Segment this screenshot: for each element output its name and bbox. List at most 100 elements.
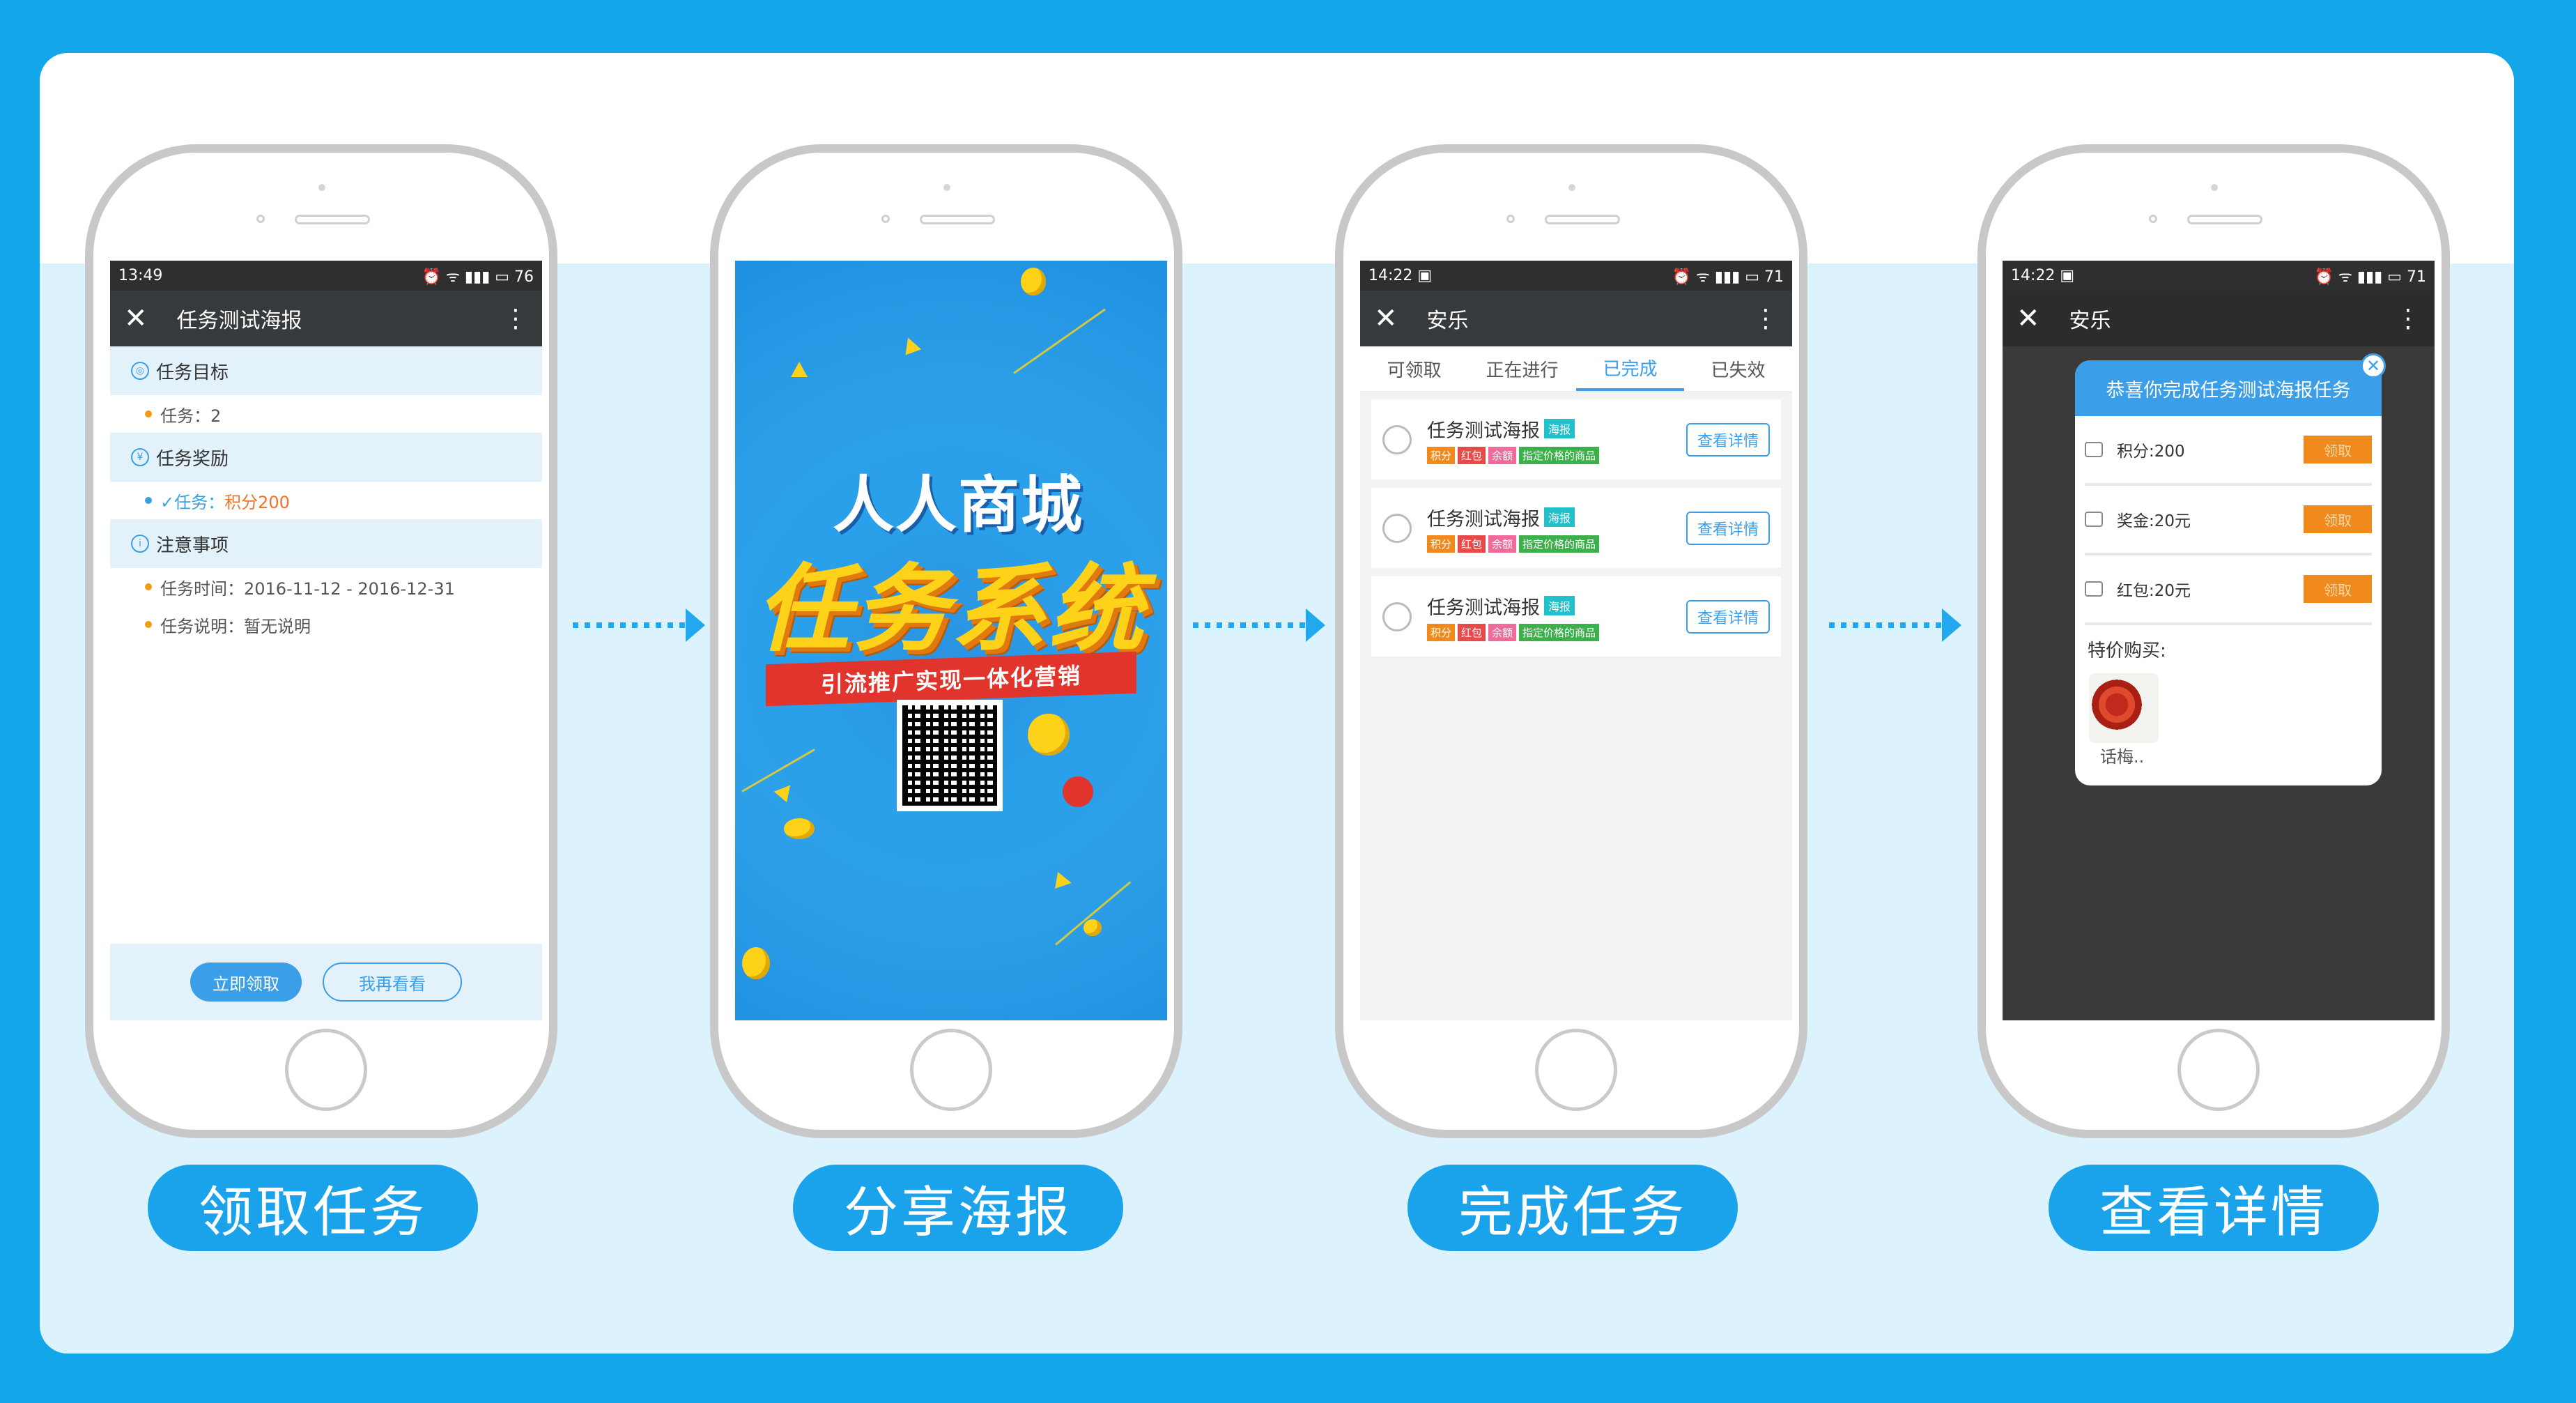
reward-row: 奖金:20元 领取 [2085,486,2372,555]
home-button[interactable] [285,1029,367,1111]
home-button[interactable] [2177,1029,2260,1111]
status-bar: 14:22 ▣ ⏰ ᯤ ▮▮▮ ▭ 71 [1360,261,1792,291]
task-list: 任务测试海报 海报 积分 红包 余额 指定价格的商品 查看详情 任务测试海报 海报 积分红… [1360,392,1792,1020]
reward-row: 积分:200 领取 [2085,416,2372,486]
more-icon[interactable]: ⋮ [503,305,528,333]
tab-available[interactable]: 可领取 [1360,346,1468,391]
phone-claim-task: 13:49 ⏰ ᯤ ▮▮▮ ▭ 76 ✕ 任务测试海报 ⋮ ◎ 任务目标 任务：… [85,144,557,1138]
coins-icon [2085,581,2103,597]
close-icon[interactable]: ✕ [124,302,148,335]
user-icon [1382,424,1412,454]
more-icon[interactable]: ⋮ [1753,305,1778,333]
home-button[interactable] [910,1029,992,1111]
user-icon [1382,513,1412,543]
status-bar: 13:49 ⏰ ᯤ ▮▮▮ ▭ 76 [110,261,542,291]
camera [2211,184,2218,191]
qr-code [897,700,1003,811]
shard-icon [773,779,797,803]
speaker [2187,215,2262,224]
product-image[interactable] [2089,673,2159,743]
close-icon[interactable]: ✕ [1374,302,1398,335]
poster-title: 人人商城 [833,469,1084,541]
screen: 人人商城 任务系统 引流推广实现一体化营销 [735,261,1167,1020]
reward-row: 红包:20元 领取 [2085,555,2372,625]
view-details-button[interactable]: 查看详情 [1686,599,1770,634]
page-title: 安乐 [2069,309,2111,333]
claim-reward-button[interactable]: 领取 [2304,575,2372,603]
step-label: 查看详情 [2049,1165,2379,1251]
target-icon: ◎ [131,362,149,380]
step-label: 分享海报 [793,1165,1123,1251]
sensor [881,215,890,223]
poster-headline: 任务系统 [756,555,1146,665]
tab-bar: 可领取 正在进行 已完成 已失效 [1360,346,1792,392]
coin-icon [742,947,770,979]
title-bar: ✕ 安乐 ⋮ [1360,291,1792,346]
poster-tag: 海报 [1544,419,1575,438]
sensor [256,215,265,223]
list-item[interactable]: 任务测试海报 海报 积分 红包 余额 指定价格的商品 查看详情 [1371,488,1781,568]
claim-reward-button[interactable]: 领取 [2304,505,2372,533]
shard-icon [791,362,808,377]
status-time: 14:22 ▣ [1368,267,1433,284]
tab-expired[interactable]: 已失效 [1684,346,1792,391]
arrow-right-icon [1829,604,1961,646]
section-notes: i 注意事项 [110,519,542,568]
sensor [1506,215,1515,223]
arrow-right-icon [1193,604,1325,646]
shard-icon [1055,872,1073,891]
status-icons: ⏰ ᯤ ▮▮▮ ▭ 71 [1672,268,1784,286]
coins-icon [2085,512,2103,527]
view-details-button[interactable]: 查看详情 [1686,422,1770,457]
coins-icon [2085,442,2103,457]
screen: 14:22 ▣ ⏰ ᯤ ▮▮▮ ▭ 71 ✕ 安乐 ⋮ 可领取 正在进行 已完成… [1360,261,1792,1020]
poster-tag: 海报 [1544,596,1575,615]
tab-in-progress[interactable]: 正在进行 [1468,346,1576,391]
page-title: 任务测试海报 [176,309,302,333]
list-item[interactable]: 任务测试海报 海报 积分 红包 余额 指定价格的商品 查看详情 [1371,576,1781,657]
close-icon[interactable]: ✕ [2361,353,2386,378]
poster-tag: 海报 [1544,507,1575,527]
section-goal: ◎ 任务目标 [110,346,542,395]
reward-modal: 恭喜你完成任务测试海报任务 ✕ 积分:200 领取 奖金:20元 领取 红包:2… [2075,353,2386,785]
status-time: 14:22 ▣ [2011,267,2075,284]
close-icon[interactable]: ✕ [2016,302,2040,335]
camera [1568,184,1575,191]
section-reward: ¥ 任务奖励 [110,433,542,482]
later-button[interactable]: 我再看看 [323,963,462,1002]
phone-complete-task: 14:22 ▣ ⏰ ᯤ ▮▮▮ ▭ 71 ✕ 安乐 ⋮ 可领取 正在进行 已完成… [1335,144,1807,1138]
view-details-button[interactable]: 查看详情 [1686,511,1770,545]
reward-row: ✓任务： 积分200 [110,482,542,519]
notes-row: 任务时间：2016-11-12 - 2016-12-31 [110,568,542,606]
page-title: 安乐 [1426,309,1469,333]
home-button[interactable] [1535,1029,1617,1111]
screen: 14:22 ▣ ⏰ ᯤ ▮▮▮ ▭ 71 ✕ 安乐 ⋮ 恭喜你完成任务测试海报任… [2003,261,2435,1020]
product-name[interactable]: 话梅.. [2100,743,2382,767]
yen-icon: ¥ [131,448,149,466]
coin-icon [1021,268,1046,296]
goal-row: 任务：2 [110,395,542,433]
coin-icon [784,818,815,839]
speaker [1545,215,1620,224]
title-bar: ✕ 任务测试海报 ⋮ [110,291,542,346]
status-time: 13:49 [118,267,163,284]
tab-completed[interactable]: 已完成 [1576,346,1684,391]
info-icon: i [131,535,149,553]
step-label: 领取任务 [148,1165,478,1251]
speaker [295,215,370,224]
notes-row: 任务说明：暂无说明 [110,606,542,643]
status-bar: 14:22 ▣ ⏰ ᯤ ▮▮▮ ▭ 71 [2003,261,2435,291]
speaker [920,215,995,224]
list-item[interactable]: 任务测试海报 海报 积分 红包 余额 指定价格的商品 查看详情 [1371,399,1781,480]
sensor [2149,215,2157,223]
claim-button[interactable]: 立即领取 [190,963,302,1002]
phone-view-details: 14:22 ▣ ⏰ ᯤ ▮▮▮ ▭ 71 ✕ 安乐 ⋮ 恭喜你完成任务测试海报任… [1977,144,2450,1138]
camera [318,184,325,191]
more-icon[interactable]: ⋮ [2396,305,2421,333]
status-icons: ⏰ ᯤ ▮▮▮ ▭ 76 [422,268,534,286]
money-bag-icon [1063,776,1093,807]
claim-reward-button[interactable]: 领取 [2304,436,2372,463]
step-label: 完成任务 [1407,1165,1738,1251]
camera [943,184,950,191]
poster: 人人商城 任务系统 引流推广实现一体化营销 [735,261,1167,1020]
